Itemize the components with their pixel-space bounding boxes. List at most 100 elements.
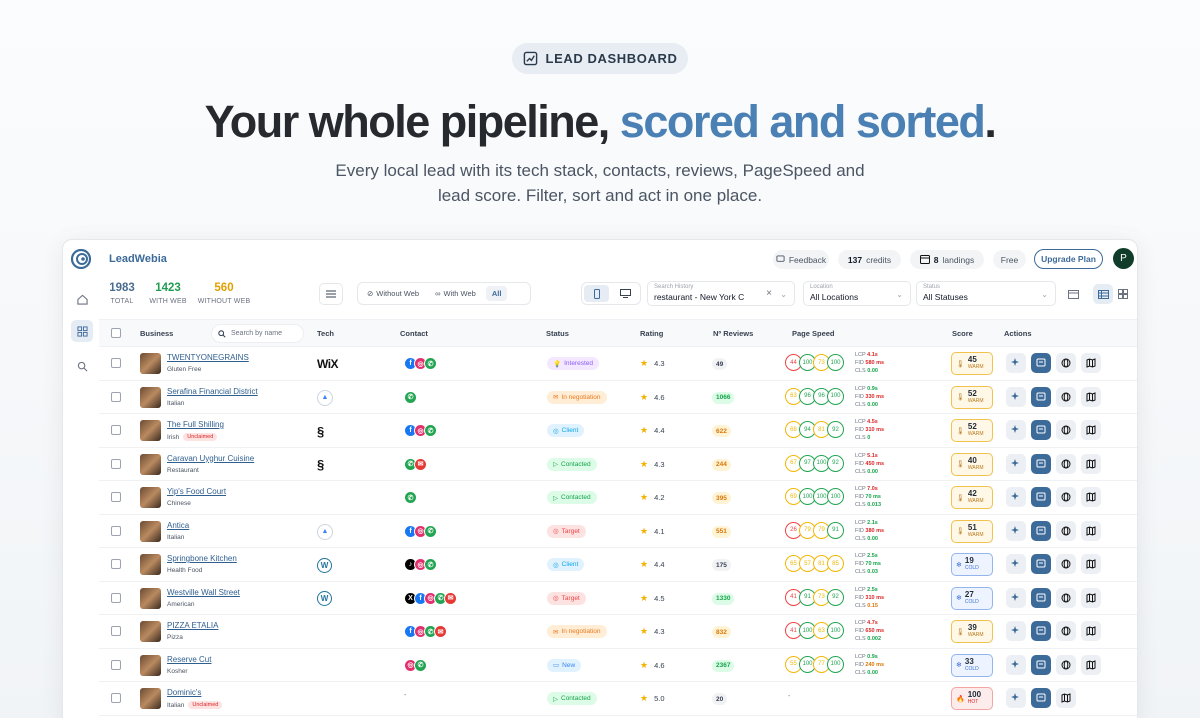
status-badge[interactable]: ▷ Contacted [547, 457, 597, 471]
email-icon[interactable]: ✉ [414, 457, 427, 471]
map-button[interactable] [1081, 386, 1101, 407]
business-name-link[interactable]: Serafina Financial District [167, 387, 258, 396]
message-button[interactable] [1031, 621, 1051, 641]
ai-sparkle-button[interactable] [1006, 453, 1026, 474]
message-button[interactable] [1031, 420, 1051, 440]
table-view-icon[interactable] [1093, 284, 1113, 304]
status-badge[interactable]: ◎ Target [547, 524, 586, 538]
ai-sparkle-button[interactable] [1006, 420, 1026, 440]
map-button[interactable] [1056, 688, 1076, 708]
message-button[interactable] [1031, 520, 1051, 541]
row-checkbox[interactable] [111, 492, 121, 502]
website-globe-button[interactable] [1056, 420, 1076, 440]
business-name-link[interactable]: Dominic's [167, 688, 201, 697]
message-button[interactable] [1031, 353, 1051, 373]
business-name-link[interactable]: Springbone Kitchen [167, 554, 237, 563]
phone-icon[interactable]: ✆ [404, 390, 417, 404]
home-icon[interactable] [71, 288, 93, 310]
row-checkbox[interactable] [111, 425, 121, 435]
map-button[interactable] [1081, 520, 1101, 541]
message-button[interactable] [1031, 453, 1051, 474]
status-badge[interactable]: ▷ Contacted [547, 491, 597, 504]
map-button[interactable] [1081, 587, 1101, 608]
ai-sparkle-button[interactable] [1006, 353, 1026, 373]
website-globe-button[interactable] [1056, 587, 1076, 608]
filter-without-web[interactable]: ⊘ Without Web [361, 286, 425, 301]
message-button[interactable] [1031, 487, 1051, 507]
map-button[interactable] [1081, 420, 1101, 440]
status-select[interactable]: Status All Statuses ⌄ [916, 281, 1056, 306]
col-business[interactable]: Business [140, 329, 173, 338]
message-button[interactable] [1031, 688, 1051, 708]
business-name-link[interactable]: Westville Wall Street [167, 588, 240, 597]
status-badge[interactable]: ✉ In negotiation [547, 625, 607, 638]
business-search-input[interactable]: Search by name [211, 324, 304, 343]
message-button[interactable] [1031, 587, 1051, 608]
phone-icon[interactable]: ✆ [424, 524, 437, 538]
website-globe-button[interactable] [1056, 353, 1076, 373]
feedback-button[interactable]: Feedback [773, 250, 829, 269]
search-history-select[interactable]: Search History restaurant - New York C ×… [647, 281, 795, 306]
status-badge[interactable]: 💡 Interested [547, 357, 600, 370]
row-checkbox[interactable] [111, 358, 121, 368]
message-button[interactable] [1031, 554, 1051, 574]
ai-sparkle-button[interactable] [1006, 487, 1026, 507]
col-score[interactable]: Score [952, 329, 973, 338]
website-globe-button[interactable] [1056, 621, 1076, 641]
business-name-link[interactable]: Antica [167, 521, 189, 530]
map-button[interactable] [1081, 654, 1101, 675]
ai-sparkle-button[interactable] [1006, 520, 1026, 541]
row-checkbox[interactable] [111, 626, 121, 636]
ai-sparkle-button[interactable] [1006, 386, 1026, 407]
phone-icon[interactable]: ✆ [424, 424, 437, 437]
filter-all[interactable]: All [485, 286, 508, 301]
col-status[interactable]: Status [546, 329, 569, 338]
business-name-link[interactable]: Caravan Uyghur Cuisine [167, 454, 254, 463]
status-badge[interactable]: ◎ Target [547, 591, 586, 605]
col-pagespeed[interactable]: Page Speed [792, 329, 835, 338]
business-name-link[interactable]: TWENTYONEGRAINS [167, 353, 249, 362]
row-checkbox[interactable] [111, 559, 121, 569]
map-button[interactable] [1081, 554, 1101, 574]
message-button[interactable] [1031, 386, 1051, 407]
website-globe-button[interactable] [1056, 554, 1076, 574]
status-badge[interactable]: ▷ Contacted [547, 692, 597, 705]
ai-sparkle-button[interactable] [1006, 688, 1026, 708]
filter-with-web[interactable]: ∞ With Web [429, 286, 482, 301]
business-name-link[interactable]: PIZZA ETALIA [167, 621, 218, 630]
grid-view-icon[interactable] [1113, 284, 1133, 304]
business-name-link[interactable]: Yip's Food Court [167, 487, 226, 496]
mobile-icon[interactable] [584, 285, 609, 302]
avatar[interactable]: P [1113, 248, 1134, 269]
website-globe-button[interactable] [1056, 520, 1076, 541]
phone-icon[interactable]: ✆ [424, 357, 437, 370]
status-badge[interactable]: ▭ New [547, 658, 582, 672]
row-checkbox[interactable] [111, 391, 121, 402]
phone-icon[interactable]: ✆ [414, 658, 427, 672]
ai-sparkle-button[interactable] [1006, 554, 1026, 574]
col-rating[interactable]: Rating [640, 329, 663, 338]
clear-icon[interactable]: × [766, 288, 772, 299]
email-icon[interactable]: ✉ [444, 591, 457, 605]
ai-sparkle-button[interactable] [1006, 654, 1026, 675]
message-button[interactable] [1031, 654, 1051, 675]
ai-sparkle-button[interactable] [1006, 587, 1026, 608]
location-select[interactable]: Location All Locations ⌄ [803, 281, 911, 306]
dashboard-icon[interactable] [71, 320, 93, 342]
list-toggle-button[interactable] [319, 283, 343, 305]
website-globe-button[interactable] [1056, 453, 1076, 474]
map-button[interactable] [1081, 621, 1101, 641]
select-all-checkbox[interactable] [111, 328, 121, 338]
columns-icon[interactable] [1063, 284, 1083, 304]
map-button[interactable] [1081, 487, 1101, 507]
map-button[interactable] [1081, 453, 1101, 474]
map-button[interactable] [1081, 353, 1101, 373]
ai-sparkle-button[interactable] [1006, 621, 1026, 641]
upgrade-plan-button[interactable]: Upgrade Plan [1034, 249, 1103, 269]
col-reviews[interactable]: Nº Reviews [713, 329, 753, 338]
business-name-link[interactable]: Reserve Cut [167, 655, 211, 664]
business-name-link[interactable]: The Full Shilling [167, 420, 224, 429]
website-globe-button[interactable] [1056, 487, 1076, 507]
row-checkbox[interactable] [111, 592, 121, 603]
email-icon[interactable]: ✉ [434, 625, 447, 638]
